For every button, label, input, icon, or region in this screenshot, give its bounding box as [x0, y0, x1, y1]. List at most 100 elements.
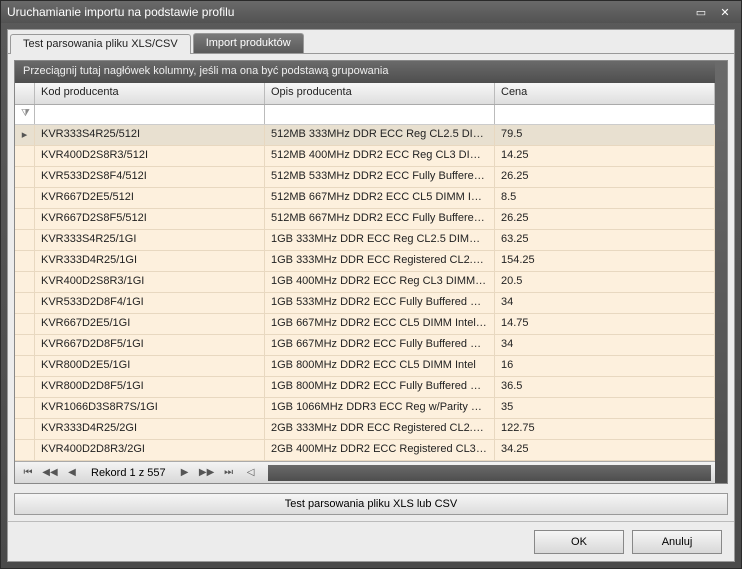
header-code[interactable]: Kod producenta	[35, 83, 265, 104]
filter-desc[interactable]	[265, 105, 495, 124]
cell-price: 34	[495, 293, 715, 313]
nav-first-icon[interactable]: ⏮	[19, 465, 37, 481]
table-row[interactable]: KVR667D2E5/1GI1GB 667MHz DDR2 ECC CL5 DI…	[15, 314, 715, 335]
row-indicator-icon	[15, 146, 35, 166]
table-row[interactable]: KVR400D2S8R3/512I512MB 400MHz DDR2 ECC R…	[15, 146, 715, 167]
nav-next-page-icon[interactable]: ▶▶	[198, 465, 216, 481]
cell-desc: 2GB 333MHz DDR ECC Registered CL2.5 D...	[265, 419, 495, 439]
nav-prev-icon[interactable]: ◀	[63, 465, 81, 481]
cell-price: 36.5	[495, 377, 715, 397]
table-row[interactable]: KVR800D2D8F5/1GI1GB 800MHz DDR2 ECC Full…	[15, 377, 715, 398]
row-indicator-icon	[15, 293, 35, 313]
ok-button[interactable]: OK	[534, 530, 624, 554]
cell-code: KVR400D2S8R3/1GI	[35, 272, 265, 292]
table-row[interactable]: KVR333D4R25/1GI1GB 333MHz DDR ECC Regist…	[15, 251, 715, 272]
test-button-row: Test parsowania pliku XLS lub CSV	[8, 490, 734, 521]
record-counter: Rekord 1 z 557	[85, 467, 172, 479]
table-row[interactable]: KVR1066D3S8R7S/1GI1GB 1066MHz DDR3 ECC R…	[15, 398, 715, 419]
cell-code: KVR667D2D8F5/1GI	[35, 335, 265, 355]
minimize-icon[interactable]: ▭	[691, 4, 711, 20]
table-row[interactable]: KVR667D2D8F5/1GI1GB 667MHz DDR2 ECC Full…	[15, 335, 715, 356]
column-headers: Kod producenta Opis producenta Cena	[15, 83, 715, 105]
cell-code: KVR667D2S8F5/512I	[35, 209, 265, 229]
cell-desc: 1GB 667MHz DDR2 ECC Fully Buffered CL5 .…	[265, 335, 495, 355]
close-icon[interactable]: ✕	[715, 4, 735, 20]
nav-next-icon[interactable]: ▶	[176, 465, 194, 481]
tab-import-products[interactable]: Import produktów	[193, 33, 304, 53]
header-desc[interactable]: Opis producenta	[265, 83, 495, 104]
cell-desc: 1GB 400MHz DDR2 ECC Reg CL3 DIMM Sing...	[265, 272, 495, 292]
cell-price: 34	[495, 335, 715, 355]
cell-desc: 512MB 400MHz DDR2 ECC Reg CL3 DIMM S...	[265, 146, 495, 166]
table-row[interactable]: KVR667D2E5/512I512MB 667MHz DDR2 ECC CL5…	[15, 188, 715, 209]
cell-code: KVR533D2D8F4/1GI	[35, 293, 265, 313]
grid-rows: ▸KVR333S4R25/512I512MB 333MHz DDR ECC Re…	[15, 125, 715, 461]
header-price[interactable]: Cena	[495, 83, 715, 104]
tab-strip: Test parsowania pliku XLS/CSV Import pro…	[8, 30, 734, 54]
data-grid: Przeciągnij tutaj nagłówek kolumny, jeśl…	[14, 60, 728, 484]
group-by-bar[interactable]: Przeciągnij tutaj nagłówek kolumny, jeśl…	[15, 61, 715, 83]
filter-funnel-icon[interactable]: ⧩	[15, 105, 35, 124]
cell-code: KVR400D2D8R3/2GI	[35, 440, 265, 460]
cell-price: 79.5	[495, 125, 715, 145]
row-indicator-icon	[15, 272, 35, 292]
nav-last-icon[interactable]: ⏭	[220, 465, 238, 481]
cell-code: KVR533D2S8F4/512I	[35, 167, 265, 187]
nav-scroll-left-icon[interactable]: ◁	[242, 465, 260, 481]
filter-price[interactable]	[495, 105, 715, 124]
record-navigator: ⏮ ◀◀ ◀ Rekord 1 z 557 ▶ ▶▶ ⏭ ◁	[15, 461, 715, 483]
dialog-window: Uruchamianie importu na podstawie profil…	[0, 0, 742, 569]
filter-code[interactable]	[35, 105, 265, 124]
cell-code: KVR800D2E5/1GI	[35, 356, 265, 376]
row-indicator-icon	[15, 251, 35, 271]
cell-price: 14.75	[495, 314, 715, 334]
table-row[interactable]: ▸KVR333S4R25/512I512MB 333MHz DDR ECC Re…	[15, 125, 715, 146]
cell-desc: 1GB 333MHz DDR ECC Reg CL2.5 DIMM Sin...	[265, 230, 495, 250]
cell-price: 8.5	[495, 188, 715, 208]
cell-code: KVR400D2S8R3/512I	[35, 146, 265, 166]
cell-code: KVR667D2E5/512I	[35, 188, 265, 208]
nav-prev-page-icon[interactable]: ◀◀	[41, 465, 59, 481]
cell-price: 122.75	[495, 419, 715, 439]
table-row[interactable]: KVR533D2D8F4/1GI1GB 533MHz DDR2 ECC Full…	[15, 293, 715, 314]
cell-code: KVR800D2D8F5/1GI	[35, 377, 265, 397]
row-indicator-icon	[15, 209, 35, 229]
titlebar-buttons: ▭ ✕	[691, 4, 735, 20]
table-row[interactable]: KVR333D4R25/2GI2GB 333MHz DDR ECC Regist…	[15, 419, 715, 440]
cell-desc: 1GB 800MHz DDR2 ECC CL5 DIMM Intel	[265, 356, 495, 376]
cell-desc: 1GB 333MHz DDR ECC Registered CL2.5 D...	[265, 251, 495, 271]
table-row[interactable]: KVR400D2S8R3/1GI1GB 400MHz DDR2 ECC Reg …	[15, 272, 715, 293]
row-indicator-icon	[15, 188, 35, 208]
vertical-scrollbar[interactable]	[715, 61, 727, 483]
tab-test-parsing[interactable]: Test parsowania pliku XLS/CSV	[10, 34, 191, 54]
dialog-footer: OK Anuluj	[8, 521, 734, 561]
cell-desc: 2GB 400MHz DDR2 ECC Registered CL3 DI...	[265, 440, 495, 460]
table-row[interactable]: KVR667D2S8F5/512I512MB 667MHz DDR2 ECC F…	[15, 209, 715, 230]
row-indicator-icon	[15, 356, 35, 376]
header-selector[interactable]	[15, 83, 35, 104]
cell-desc: 1GB 800MHz DDR2 ECC Fully Buffered CL5 .…	[265, 377, 495, 397]
table-row[interactable]: KVR333S4R25/1GI1GB 333MHz DDR ECC Reg CL…	[15, 230, 715, 251]
cell-code: KVR333D4R25/2GI	[35, 419, 265, 439]
row-indicator-icon	[15, 230, 35, 250]
cell-price: 35	[495, 398, 715, 418]
cell-price: 154.25	[495, 251, 715, 271]
cell-price: 14.25	[495, 146, 715, 166]
row-indicator-icon	[15, 335, 35, 355]
table-row[interactable]: KVR533D2S8F4/512I512MB 533MHz DDR2 ECC F…	[15, 167, 715, 188]
filter-row: ⧩	[15, 105, 715, 125]
row-indicator-icon	[15, 314, 35, 334]
cell-code: KVR333S4R25/1GI	[35, 230, 265, 250]
cancel-button[interactable]: Anuluj	[632, 530, 722, 554]
cell-price: 26.25	[495, 209, 715, 229]
cell-desc: 1GB 533MHz DDR2 ECC Fully Buffered CL4 .…	[265, 293, 495, 313]
table-row[interactable]: KVR400D2D8R3/2GI2GB 400MHz DDR2 ECC Regi…	[15, 440, 715, 461]
window-title: Uruchamianie importu na podstawie profil…	[7, 5, 691, 19]
nav-spacer	[268, 465, 711, 481]
test-parse-button[interactable]: Test parsowania pliku XLS lub CSV	[14, 493, 728, 515]
cell-code: KVR667D2E5/1GI	[35, 314, 265, 334]
cell-code: KVR333D4R25/1GI	[35, 251, 265, 271]
cell-desc: 512MB 333MHz DDR ECC Reg CL2.5 DIMM ...	[265, 125, 495, 145]
cell-price: 63.25	[495, 230, 715, 250]
table-row[interactable]: KVR800D2E5/1GI1GB 800MHz DDR2 ECC CL5 DI…	[15, 356, 715, 377]
